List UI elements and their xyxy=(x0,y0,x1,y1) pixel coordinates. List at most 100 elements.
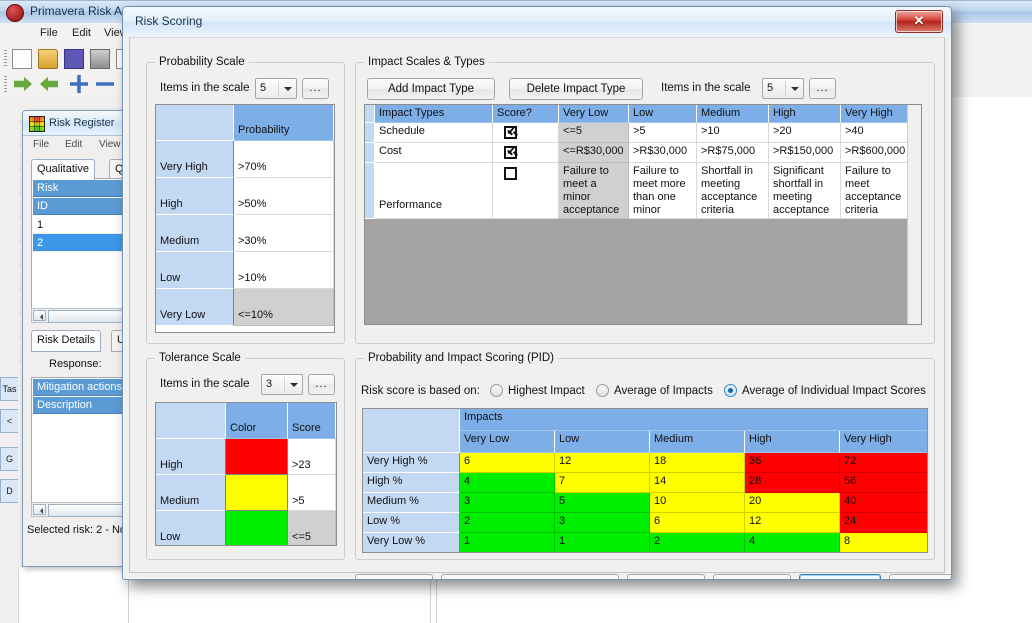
rr-scroll-left-icon[interactable] xyxy=(33,310,46,321)
pid-cell-2-0[interactable]: 3 xyxy=(460,493,555,513)
tolerance-color-swatch-2[interactable] xyxy=(226,511,288,545)
impact-score-checkbox-2[interactable] xyxy=(504,167,517,180)
remove-task-icon[interactable] xyxy=(96,82,114,86)
pid-cell-0-4[interactable]: 72 xyxy=(840,453,927,473)
pid-cell-3-0[interactable]: 2 xyxy=(460,513,555,533)
manageability-proximity-button[interactable]: Manageability and Proximity... xyxy=(441,574,619,579)
risk-register-grid[interactable]: Risk ID 1 2 xyxy=(31,178,135,310)
tolerance-items-combo[interactable]: 3 xyxy=(261,374,303,395)
menu-edit[interactable]: Edit xyxy=(72,27,91,39)
tolerance-score-1[interactable]: >5 xyxy=(288,475,336,511)
pid-cell-2-3[interactable]: 20 xyxy=(745,493,840,513)
impact-high-2[interactable]: Significant shortfall in meeting accepta… xyxy=(769,163,841,219)
impact-table-vscrollbar[interactable] xyxy=(907,105,921,324)
add-impact-type-button[interactable]: Add Impact Type xyxy=(367,78,495,100)
risk-register-window[interactable]: Risk Register File Edit View Qualitative… xyxy=(22,110,136,567)
probability-row-value-2[interactable]: >30% xyxy=(234,215,334,252)
pid-cell-1-3[interactable]: 28 xyxy=(745,473,840,493)
next-arrow-icon[interactable] xyxy=(14,76,32,92)
impact-type-1[interactable]: Cost xyxy=(375,143,493,163)
pid-cell-1-4[interactable]: 56 xyxy=(840,473,927,493)
radio-average-individual-impact-scores[interactable] xyxy=(724,384,737,397)
pid-cell-1-0[interactable]: 4 xyxy=(460,473,555,493)
rail-tab-collapse[interactable]: < xyxy=(0,409,19,433)
impact-medium-2[interactable]: Shortfall in meeting acceptance criteria xyxy=(697,163,769,219)
probability-ellipsis-button[interactable]: ... xyxy=(302,78,329,99)
save-disk-icon[interactable] xyxy=(64,49,84,69)
impact-very_low-1[interactable]: <=R$30,000 xyxy=(559,143,629,163)
impact-medium-1[interactable]: >R$75,000 xyxy=(697,143,769,163)
rr-mitigation-hscrollbar[interactable] xyxy=(31,502,135,517)
pid-cell-0-1[interactable]: 12 xyxy=(555,453,650,473)
pid-cell-2-2[interactable]: 10 xyxy=(650,493,745,513)
pid-cell-3-4[interactable]: 24 xyxy=(840,513,927,533)
toolbar-grip[interactable] xyxy=(4,50,7,66)
new-document-icon[interactable] xyxy=(12,49,32,69)
probability-scale-table[interactable]: Probability Very High >70% High >50% Medium >3… xyxy=(155,104,335,333)
tolerance-scale-table[interactable]: Color Score High >23 Medium >5 Low <=5 xyxy=(155,402,337,546)
rr-tab-qualitative[interactable]: Qualitative xyxy=(31,159,95,180)
impact-items-combo[interactable]: 5 xyxy=(762,78,804,99)
rr-grid-row-1[interactable]: 1 xyxy=(33,216,135,234)
tolerance-score-2[interactable]: <=5 xyxy=(288,511,336,545)
dialog-titlebar[interactable]: Risk Scoring xyxy=(123,7,951,37)
probability-row-value-3[interactable]: >10% xyxy=(234,252,334,289)
impact-type-2[interactable]: Performance xyxy=(375,163,493,219)
pid-cell-3-2[interactable]: 6 xyxy=(650,513,745,533)
rr-menu-view[interactable]: View xyxy=(99,139,121,150)
print-icon[interactable] xyxy=(90,49,110,69)
rr-menu-edit[interactable]: Edit xyxy=(65,139,82,150)
impact-ellipsis-button[interactable]: ... xyxy=(809,78,836,99)
probability-row-value-1[interactable]: >50% xyxy=(234,178,334,215)
pid-cell-4-0[interactable]: 1 xyxy=(460,533,555,552)
rr-menu-file[interactable]: File xyxy=(33,139,49,150)
pid-cell-1-1[interactable]: 7 xyxy=(555,473,650,493)
probability-row-value-4[interactable]: <=10% xyxy=(234,289,334,326)
previous-arrow-icon[interactable] xyxy=(40,76,58,92)
pid-cell-4-4[interactable]: 8 xyxy=(840,533,927,552)
tolerance-color-swatch-0[interactable] xyxy=(226,439,288,475)
impact-medium-0[interactable]: >10 xyxy=(697,123,769,143)
close-icon[interactable] xyxy=(895,10,943,33)
print-button[interactable]: Print... xyxy=(355,574,433,579)
pid-cell-2-1[interactable]: 5 xyxy=(555,493,650,513)
impact-high-1[interactable]: >R$150,000 xyxy=(769,143,841,163)
open-folder-icon[interactable] xyxy=(38,49,58,69)
impact-low-2[interactable]: Failure to meet more than one minor xyxy=(629,163,697,219)
probability-row-value-0[interactable]: >70% xyxy=(234,141,334,178)
radio-average-of-impacts[interactable] xyxy=(596,384,609,397)
pid-cell-2-4[interactable]: 40 xyxy=(840,493,927,513)
probability-items-combo[interactable]: 5 xyxy=(255,78,297,99)
pid-cell-4-1[interactable]: 1 xyxy=(555,533,650,552)
impact-high-0[interactable]: >20 xyxy=(769,123,841,143)
impact-very_high-0[interactable]: >40 xyxy=(841,123,912,143)
pid-cell-3-3[interactable]: 12 xyxy=(745,513,840,533)
add-task-icon[interactable] xyxy=(70,75,88,93)
rr-grid-hscrollbar[interactable] xyxy=(31,308,135,323)
toolbar-grip[interactable] xyxy=(4,76,7,92)
pid-matrix-table[interactable]: Impacts Very Low Low Medium High Very High Ver… xyxy=(362,408,928,553)
impact-very_high-1[interactable]: >R$600,000 xyxy=(841,143,912,163)
pid-cell-0-2[interactable]: 18 xyxy=(650,453,745,473)
tolerance-score-0[interactable]: >23 xyxy=(288,439,336,475)
risk-register-titlebar[interactable]: Risk Register xyxy=(23,111,135,136)
radio-highest-impact[interactable] xyxy=(490,384,503,397)
tolerance-ellipsis-button[interactable]: ... xyxy=(308,374,335,395)
cancel-button[interactable]: Cancel xyxy=(889,574,951,579)
impact-row-selector-1[interactable] xyxy=(365,143,375,163)
rail-tab-d[interactable]: D xyxy=(0,479,19,503)
rail-tab-tas[interactable]: Tas xyxy=(0,377,19,401)
pid-cell-3-1[interactable]: 3 xyxy=(555,513,650,533)
delete-impact-type-button[interactable]: Delete Impact Type xyxy=(509,78,643,100)
impact-very_high-2[interactable]: Failure to meet acceptance criteria xyxy=(841,163,912,219)
rr-mit-scroll-left-icon[interactable] xyxy=(33,504,46,515)
impact-type-0[interactable]: Schedule xyxy=(375,123,493,143)
impact-row-selector-2[interactable] xyxy=(365,163,375,219)
impact-low-1[interactable]: >R$30,000 xyxy=(629,143,697,163)
impact-scales-table[interactable]: Impact Types Score? Very Low Low Medium High V… xyxy=(365,105,912,219)
impact-score-checkbox-1[interactable] xyxy=(504,144,517,159)
ok-button[interactable]: OK xyxy=(799,574,881,579)
impact-score-checkbox-0[interactable] xyxy=(504,124,517,139)
menu-file[interactable]: File xyxy=(40,27,58,39)
rr-mitigation-grid[interactable]: Mitigation actions Description xyxy=(31,377,135,504)
